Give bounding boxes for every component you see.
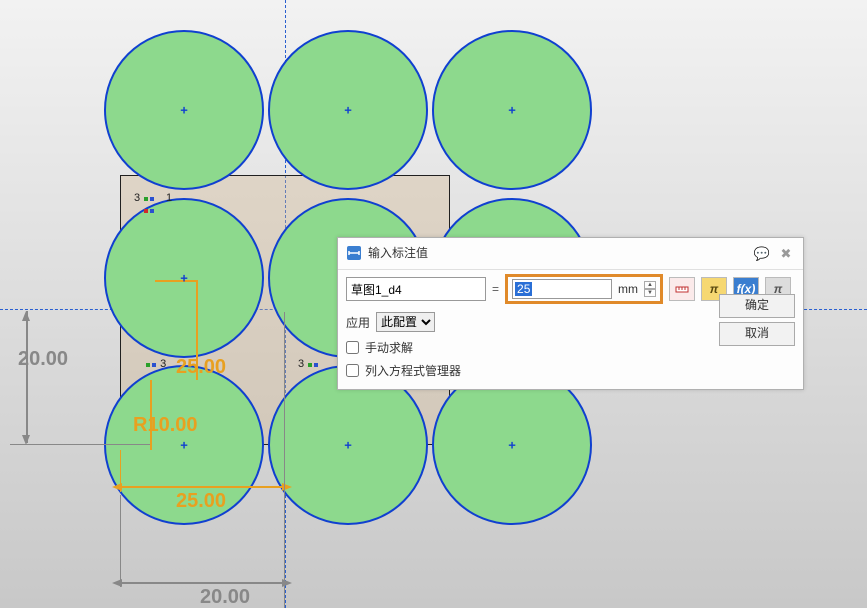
spin-up-icon[interactable]: ▲ (644, 281, 656, 289)
sketch-circle[interactable] (104, 198, 264, 358)
constraint-marker: 3 (145, 358, 166, 370)
ruler-icon (675, 282, 689, 296)
dim-extension-line (120, 450, 121, 492)
clear-value-button[interactable] (669, 277, 695, 301)
dim-extension-line (284, 312, 285, 608)
dim-extension-line (10, 444, 150, 445)
dimension-value[interactable]: 20.00 (200, 586, 250, 608)
sketch-circle[interactable] (432, 30, 592, 190)
value-highlight: 25 mm ▲ ▼ (505, 274, 663, 304)
cancel-button[interactable]: 取消 (719, 322, 795, 346)
dim-highlight-line (155, 280, 198, 282)
dimension-value-input[interactable]: 25 (512, 279, 612, 299)
manual-solve-label: 手动求解 (365, 339, 413, 356)
dimension-value[interactable]: 25.00 (176, 490, 226, 513)
dim-extension-line (120, 495, 121, 587)
sketch-circle[interactable] (104, 30, 264, 190)
dialog-titlebar[interactable]: 输入标注值 💬 ✖ (338, 238, 803, 270)
dim-extension-line (26, 311, 28, 443)
sketch-circle[interactable] (268, 30, 428, 190)
equals-label: = (492, 282, 499, 296)
equation-manager-label: 列入方程式管理器 (365, 362, 461, 379)
dim-line (120, 486, 284, 488)
dimension-icon (346, 245, 362, 261)
apply-label: 应用 (346, 314, 370, 331)
equation-manager-checkbox[interactable] (346, 364, 359, 377)
spin-down-icon[interactable]: ▼ (644, 289, 656, 297)
ok-button[interactable]: 确定 (719, 294, 795, 318)
constraint-marker: 3 _ (134, 192, 155, 216)
dimension-name-input[interactable] (346, 277, 486, 301)
configuration-select[interactable]: 此配置 (376, 312, 435, 332)
dimension-radius[interactable]: R10.00 (133, 414, 198, 437)
manual-solve-checkbox[interactable] (346, 341, 359, 354)
help-icon[interactable]: 💬 (753, 246, 771, 260)
dimension-input-dialog[interactable]: 输入标注值 💬 ✖ = 25 mm ▲ ▼ π f(x) π (337, 237, 804, 390)
dim-arrow (22, 311, 30, 321)
value-spinner[interactable]: ▲ ▼ (644, 281, 656, 297)
dialog-title: 输入标注值 (368, 244, 428, 261)
constraint-marker: 3 (298, 358, 319, 370)
unit-label: mm (618, 282, 638, 296)
constraint-marker: 1 (166, 192, 172, 204)
dimension-value-active[interactable]: 25.00 (176, 356, 226, 379)
dimension-value[interactable]: 20.00 (18, 348, 68, 371)
close-icon[interactable]: ✖ (777, 246, 795, 260)
dim-line (120, 582, 284, 584)
